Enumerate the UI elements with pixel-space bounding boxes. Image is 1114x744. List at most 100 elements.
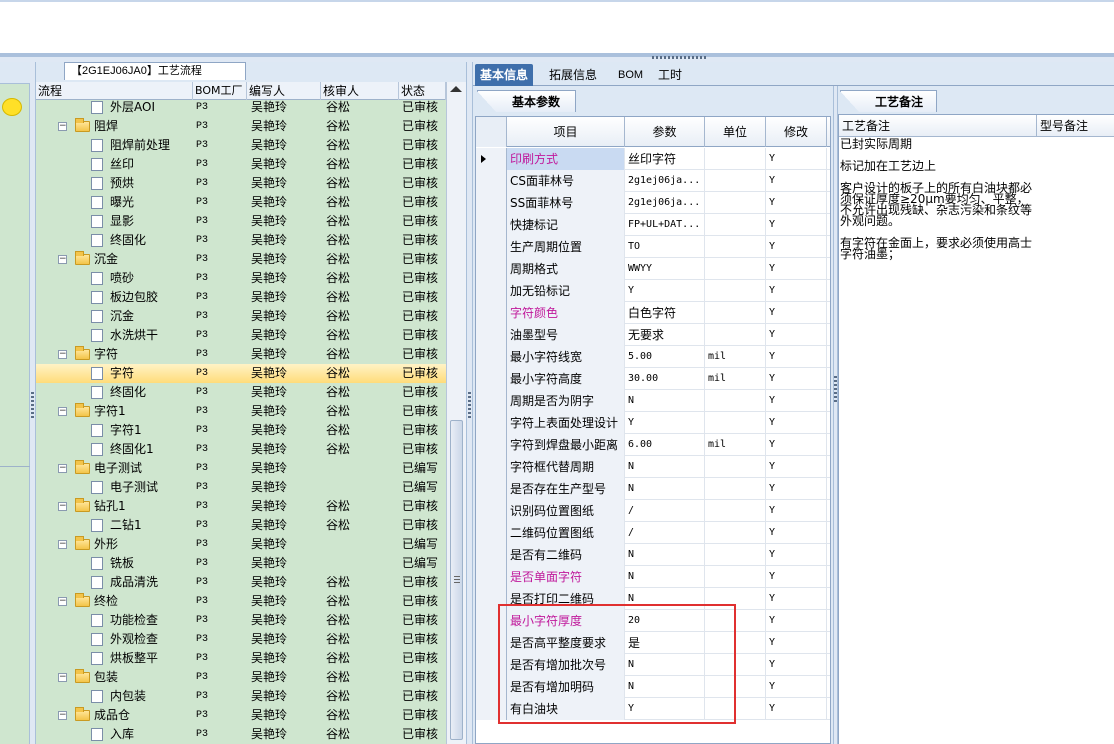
- param-edit-cell[interactable]: Y: [766, 390, 827, 412]
- collapse-toggle-icon[interactable]: −: [58, 540, 67, 549]
- tree-row[interactable]: 铣板 P3 吴艳玲 已编写: [36, 554, 446, 573]
- tree-row[interactable]: 水洗烘干 P3 吴艳玲 谷松 已审核: [36, 326, 446, 345]
- splitter-grip-icon[interactable]: [31, 392, 34, 418]
- scroll-thumb[interactable]: [450, 420, 463, 740]
- param-row[interactable]: 周期格式 WWYY Y: [476, 258, 830, 280]
- col-header-status[interactable]: 状态: [399, 82, 446, 100]
- tree-row[interactable]: 沉金 P3 吴艳玲 谷松 已审核: [36, 307, 446, 326]
- middle-splitter[interactable]: [466, 62, 473, 744]
- col-header-model-note[interactable]: 型号备注: [1037, 115, 1114, 137]
- param-edit-cell[interactable]: Y: [766, 324, 827, 346]
- tab-basic-info[interactable]: 基本信息: [475, 64, 534, 86]
- col-header-writer[interactable]: 编写人: [247, 82, 321, 100]
- tab-process-notes[interactable]: 工艺备注: [840, 90, 937, 113]
- tree-row[interactable]: 曝光 P3 吴艳玲 谷松 已审核: [36, 193, 446, 212]
- chat-bubble-icon[interactable]: [2, 98, 22, 116]
- param-edit-cell[interactable]: Y: [766, 478, 827, 500]
- tree-row[interactable]: − 阻焊 P3 吴艳玲 谷松 已审核: [36, 117, 446, 136]
- tree-row[interactable]: 外层AOI P3 吴艳玲 谷松 已审核: [36, 100, 446, 117]
- tree-row[interactable]: 丝印 P3 吴艳玲 谷松 已审核: [36, 155, 446, 174]
- param-row[interactable]: 最小字符高度 30.00 mil Y: [476, 368, 830, 390]
- param-unit-cell[interactable]: mil: [705, 346, 766, 368]
- param-edit-cell[interactable]: Y: [766, 280, 827, 302]
- tab-extended-info[interactable]: 拓展信息: [544, 64, 602, 86]
- param-edit-cell[interactable]: Y: [766, 610, 827, 632]
- param-row[interactable]: 周期是否为阴字 N Y: [476, 390, 830, 412]
- param-row[interactable]: 是否有二维码 N Y: [476, 544, 830, 566]
- param-edit-cell[interactable]: Y: [766, 258, 827, 280]
- tree-row[interactable]: 预烘 P3 吴艳玲 谷松 已审核: [36, 174, 446, 193]
- tree-row[interactable]: − 包装 P3 吴艳玲 谷松 已审核: [36, 668, 446, 687]
- collapse-toggle-icon[interactable]: −: [58, 464, 67, 473]
- param-row[interactable]: 识别码位置图纸 / Y: [476, 500, 830, 522]
- param-value-cell[interactable]: WWYY: [625, 258, 705, 280]
- param-value-cell[interactable]: TO: [625, 236, 705, 258]
- param-row[interactable]: 最小字符线宽 5.00 mil Y: [476, 346, 830, 368]
- param-edit-cell[interactable]: Y: [766, 544, 827, 566]
- param-edit-cell[interactable]: Y: [766, 170, 827, 192]
- tree-scrollbar[interactable]: [446, 82, 466, 744]
- param-value-cell[interactable]: 6.00: [625, 434, 705, 456]
- param-edit-cell[interactable]: Y: [766, 566, 827, 588]
- param-row[interactable]: CS面菲林号 2g1ej06ja... Y: [476, 170, 830, 192]
- col-header-unit[interactable]: 单位: [705, 117, 766, 147]
- param-value-cell[interactable]: Y: [625, 412, 705, 434]
- tab-bom[interactable]: BOM: [613, 64, 648, 86]
- tree-row[interactable]: − 字符 P3 吴艳玲 谷松 已审核: [36, 345, 446, 364]
- param-unit-cell[interactable]: [705, 148, 766, 170]
- tree-row[interactable]: 终固化 P3 吴艳玲 谷松 已审核: [36, 383, 446, 402]
- param-value-cell[interactable]: N: [625, 544, 705, 566]
- param-edit-cell[interactable]: Y: [766, 456, 827, 478]
- tree-row[interactable]: − 成品仓 P3 吴艳玲 谷松 已审核: [36, 706, 446, 725]
- param-value-cell[interactable]: N: [625, 566, 705, 588]
- tree-row[interactable]: − 钻孔1 P3 吴艳玲 谷松 已审核: [36, 497, 446, 516]
- param-edit-cell[interactable]: Y: [766, 500, 827, 522]
- param-row[interactable]: 是否单面字符 N Y: [476, 566, 830, 588]
- col-header-reviewer[interactable]: 核审人: [321, 82, 399, 100]
- param-row[interactable]: 印刷方式 丝印字符 Y: [476, 148, 830, 170]
- col-header-edit[interactable]: 修改: [766, 117, 827, 147]
- tree-row[interactable]: 外观检查 P3 吴艳玲 谷松 已审核: [36, 630, 446, 649]
- col-header-value[interactable]: 参数: [625, 117, 705, 147]
- col-header-item[interactable]: 项目: [507, 117, 625, 147]
- tree-row[interactable]: 成品清洗 P3 吴艳玲 谷松 已审核: [36, 573, 446, 592]
- tree-tab-title[interactable]: 【2G1EJ06JA0】工艺流程: [64, 62, 246, 80]
- param-edit-cell[interactable]: Y: [766, 654, 827, 676]
- param-edit-cell[interactable]: Y: [766, 698, 827, 720]
- param-value-cell[interactable]: N: [625, 456, 705, 478]
- param-edit-cell[interactable]: Y: [766, 214, 827, 236]
- param-row[interactable]: 二维码位置图纸 / Y: [476, 522, 830, 544]
- tree-row[interactable]: − 终检 P3 吴艳玲 谷松 已审核: [36, 592, 446, 611]
- tree-row[interactable]: 功能检查 P3 吴艳玲 谷松 已审核: [36, 611, 446, 630]
- param-value-cell[interactable]: Y: [625, 280, 705, 302]
- param-row[interactable]: 生产周期位置 TO Y: [476, 236, 830, 258]
- tree-row[interactable]: 喷砂 P3 吴艳玲 谷松 已审核: [36, 269, 446, 288]
- tree-row[interactable]: 字符 P3 吴艳玲 谷松 已审核: [36, 364, 446, 383]
- param-value-cell[interactable]: 30.00: [625, 368, 705, 390]
- param-unit-cell[interactable]: [705, 236, 766, 258]
- tree-row[interactable]: 终固化1 P3 吴艳玲 谷松 已审核: [36, 440, 446, 459]
- tree-row[interactable]: 烘板整平 P3 吴艳玲 谷松 已审核: [36, 649, 446, 668]
- splitter-grip-icon[interactable]: [834, 376, 837, 402]
- param-row[interactable]: 加无铅标记 Y Y: [476, 280, 830, 302]
- col-header-bom-factory[interactable]: BOM工厂: [193, 82, 247, 100]
- param-row[interactable]: 字符上表面处理设计 Y Y: [476, 412, 830, 434]
- param-unit-cell[interactable]: [705, 258, 766, 280]
- param-value-cell[interactable]: 丝印字符: [625, 148, 705, 170]
- tab-work-hours[interactable]: 工时: [653, 64, 687, 86]
- param-unit-cell[interactable]: [705, 192, 766, 214]
- param-unit-cell[interactable]: [705, 566, 766, 588]
- tree-row[interactable]: − 沉金 P3 吴艳玲 谷松 已审核: [36, 250, 446, 269]
- splitter-grip-icon[interactable]: [652, 56, 707, 59]
- param-value-cell[interactable]: FP+UL+DAT...: [625, 214, 705, 236]
- col-header-process[interactable]: 流程: [36, 82, 193, 100]
- param-edit-cell[interactable]: Y: [766, 302, 827, 324]
- tree-row[interactable]: 入库 P3 吴艳玲 谷松 已审核: [36, 725, 446, 744]
- collapse-toggle-icon[interactable]: −: [58, 711, 67, 720]
- param-unit-cell[interactable]: [705, 302, 766, 324]
- param-value-cell[interactable]: /: [625, 522, 705, 544]
- tree-row[interactable]: − 字符1 P3 吴艳玲 谷松 已审核: [36, 402, 446, 421]
- param-unit-cell[interactable]: [705, 544, 766, 566]
- param-row[interactable]: 快捷标记 FP+UL+DAT... Y: [476, 214, 830, 236]
- param-edit-cell[interactable]: Y: [766, 632, 827, 654]
